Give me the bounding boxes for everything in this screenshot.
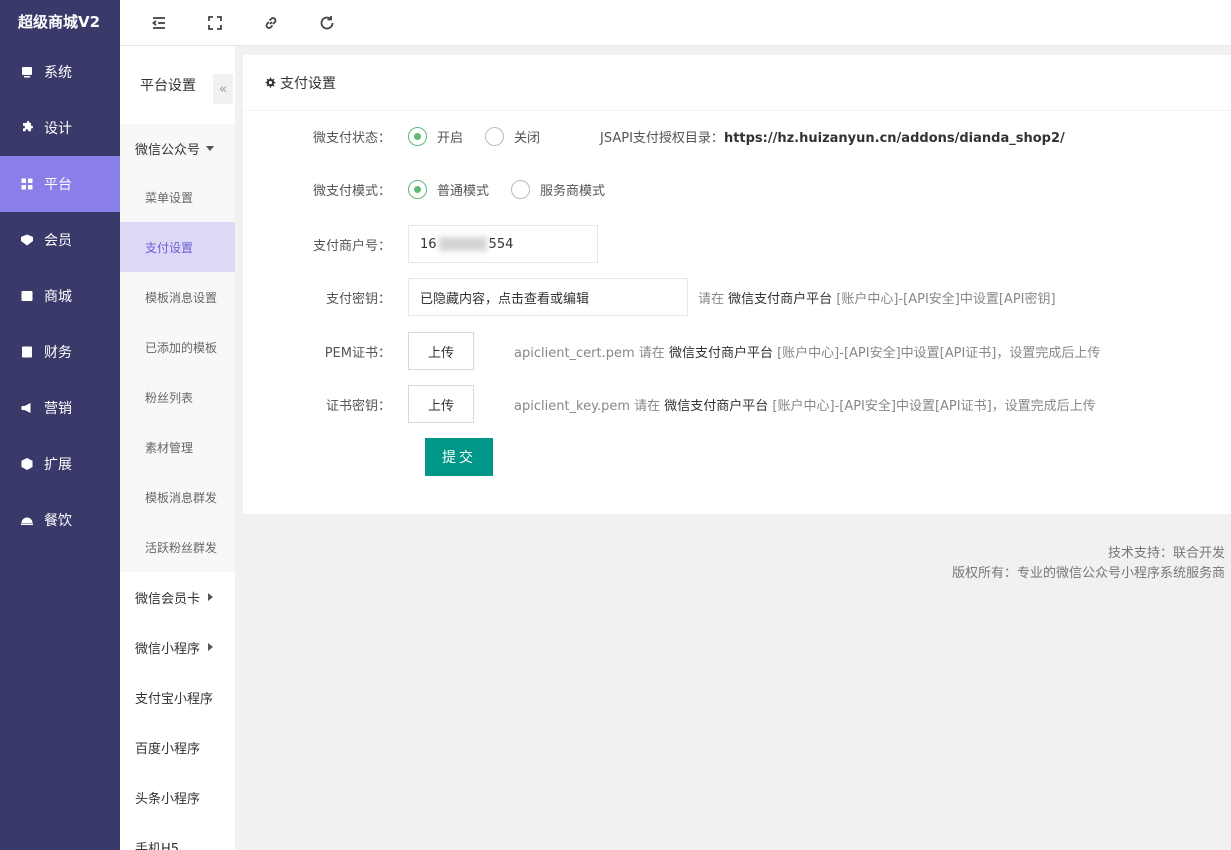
- pem-hint: apiclient_cert.pem 请在 微信支付商户平台 [账户中心]-[A…: [514, 345, 1101, 361]
- panel-header: 支付设置: [243, 55, 1231, 111]
- status-row: 微支付状态： 开启 关闭 JSAPI支付授权目录：https://hz.huiz…: [243, 127, 1065, 146]
- shop-icon: [20, 289, 34, 303]
- sidebar-item-2[interactable]: 平台: [0, 156, 120, 212]
- fullscreen-icon[interactable]: [206, 14, 224, 32]
- pem-label: PEM证书：: [324, 345, 391, 361]
- sidebar-item-5[interactable]: 财务: [0, 324, 120, 380]
- subnav-item[interactable]: 模板消息群发: [120, 472, 235, 522]
- subnav-item[interactable]: 已添加的模板: [120, 322, 235, 372]
- subnav-group[interactable]: 手机H5: [120, 822, 235, 850]
- subnav-item[interactable]: 粉丝列表: [120, 372, 235, 422]
- apps-icon: [20, 177, 34, 191]
- puzzle-icon: [20, 121, 34, 135]
- sidebar-item-label: 平台: [44, 177, 72, 193]
- top-toolbar: [120, 0, 1231, 46]
- radio-checked-icon: [408, 180, 427, 199]
- caret-right-icon: [208, 643, 214, 651]
- api-key-input[interactable]: 已隐藏内容，点击查看或编辑: [408, 278, 688, 316]
- system-icon: [20, 65, 34, 79]
- redacted-mask: [438, 237, 487, 251]
- status-label: 微支付状态：: [312, 131, 391, 146]
- footer-support: 技术支持：联合开发: [1107, 546, 1225, 561]
- sidebar-item-3[interactable]: 会员: [0, 212, 120, 268]
- subnav-item[interactable]: 素材管理: [120, 422, 235, 472]
- sidebar-item-label: 系统: [44, 65, 72, 81]
- wechat-group: 微信公众号 菜单设置 支付设置 模板消息设置 已添加的模板 粉丝列表 素材管理 模板消息群发…: [120, 124, 235, 572]
- jsapi-hint: JSAPI支付授权目录：https://hz.huizanyun.cn/addo…: [600, 131, 1065, 146]
- collapse-button[interactable]: «: [213, 74, 233, 104]
- submit-row: 提交: [425, 438, 493, 476]
- key-label: 支付密钥：: [325, 291, 391, 307]
- sidebar-item-4[interactable]: 商城: [0, 268, 120, 324]
- finance-icon: [20, 345, 34, 359]
- sidebar-item-0[interactable]: 系统: [0, 44, 120, 100]
- subnav-item[interactable]: 支付设置: [120, 222, 235, 272]
- cert-key-row: 证书密钥： 上传 apiclient_key.pem 请在 微信支付商户平台 […: [243, 385, 1096, 423]
- key-hint: 请在 微信支付商户平台 [账户中心]-[API安全]中设置[API密钥]: [698, 291, 1056, 307]
- radio-checked-icon: [408, 127, 427, 146]
- sidebar-item-label: 扩展: [44, 457, 72, 473]
- sidebar-item-label: 营销: [44, 401, 72, 417]
- status-off-radio[interactable]: 关闭: [485, 127, 540, 146]
- sidebar-item-8[interactable]: 餐饮: [0, 492, 120, 548]
- subnav-title: 平台设置 «: [120, 46, 235, 124]
- main-sidebar: 超级商城V2 系统设计平台会员商城财务营销扩展餐饮: [0, 0, 120, 850]
- merchant-label: 支付商户号：: [312, 238, 391, 254]
- cube-icon: [20, 457, 34, 471]
- sidebar-item-label: 财务: [44, 345, 72, 361]
- pem-upload-button[interactable]: 上传: [408, 332, 474, 370]
- panel-title: 支付设置: [280, 75, 336, 92]
- group-wechat-official[interactable]: 微信公众号: [120, 124, 235, 172]
- pem-row: PEM证书： 上传 apiclient_cert.pem 请在 微信支付商户平台…: [243, 332, 1100, 370]
- subnav-group[interactable]: 支付宝小程序: [120, 672, 235, 722]
- subnav-group[interactable]: 头条小程序: [120, 772, 235, 822]
- caret-right-icon: [208, 593, 214, 601]
- payment-settings-panel: 支付设置 微支付状态： 开启 关闭 JSAPI支付授权目录：https://hz…: [243, 55, 1231, 514]
- menu-indent-icon[interactable]: [150, 14, 168, 32]
- subnav-group[interactable]: 微信小程序: [120, 622, 235, 672]
- bullhorn-icon: [20, 401, 34, 415]
- sidebar-item-1[interactable]: 设计: [0, 100, 120, 156]
- mode-row: 微支付模式： 普通模式 服务商模式: [243, 180, 627, 199]
- merchant-id-input[interactable]: 16 554: [408, 225, 598, 263]
- cert-key-hint: apiclient_key.pem 请在 微信支付商户平台 [账户中心]-[AP…: [514, 398, 1096, 414]
- cert-key-upload-button[interactable]: 上传: [408, 385, 474, 423]
- mode-label: 微支付模式：: [312, 184, 391, 199]
- jsapi-url: https://hz.huizanyun.cn/addons/dianda_sh…: [723, 131, 1065, 146]
- sidebar-item-label: 商城: [44, 289, 72, 305]
- mode-normal-radio[interactable]: 普通模式: [408, 180, 489, 199]
- subnav-group[interactable]: 微信会员卡: [120, 572, 235, 622]
- key-row: 支付密钥： 已隐藏内容，点击查看或编辑 请在 微信支付商户平台 [账户中心]-[…: [243, 278, 1056, 316]
- status-on-radio[interactable]: 开启: [408, 127, 463, 146]
- footer-copyright: 版权所有：专业的微信公众号小程序系统服务商: [951, 566, 1225, 581]
- member-icon: [20, 233, 34, 247]
- subnav-item[interactable]: 模板消息设置: [120, 272, 235, 322]
- platform-subnav: 平台设置 « 微信公众号 菜单设置 支付设置 模板消息设置 已添加的模板 粉丝列表 素材管…: [120, 46, 235, 850]
- radio-unchecked-icon: [485, 127, 505, 146]
- refresh-icon[interactable]: [318, 14, 336, 32]
- sidebar-item-6[interactable]: 营销: [0, 380, 120, 436]
- subnav-item[interactable]: 活跃粉丝群发: [120, 522, 235, 572]
- mode-service-radio[interactable]: 服务商模式: [511, 180, 605, 199]
- submit-button[interactable]: 提交: [425, 438, 493, 476]
- subnav-item[interactable]: 菜单设置: [120, 172, 235, 222]
- cert-key-label: 证书密钥：: [325, 398, 391, 414]
- sidebar-item-label: 设计: [44, 121, 72, 137]
- subnav-group[interactable]: 百度小程序: [120, 722, 235, 772]
- sidebar-item-label: 餐饮: [44, 513, 72, 529]
- radio-unchecked-icon: [511, 180, 531, 199]
- sidebar-item-7[interactable]: 扩展: [0, 436, 120, 492]
- food-icon: [20, 513, 34, 527]
- brand-title: 超级商城V2: [18, 13, 101, 31]
- gear-icon: [265, 77, 276, 88]
- sidebar-item-label: 会员: [44, 233, 72, 249]
- link-icon[interactable]: [262, 14, 280, 32]
- merchant-row: 支付商户号： 16 554: [243, 225, 598, 263]
- caret-down-icon: [206, 145, 215, 151]
